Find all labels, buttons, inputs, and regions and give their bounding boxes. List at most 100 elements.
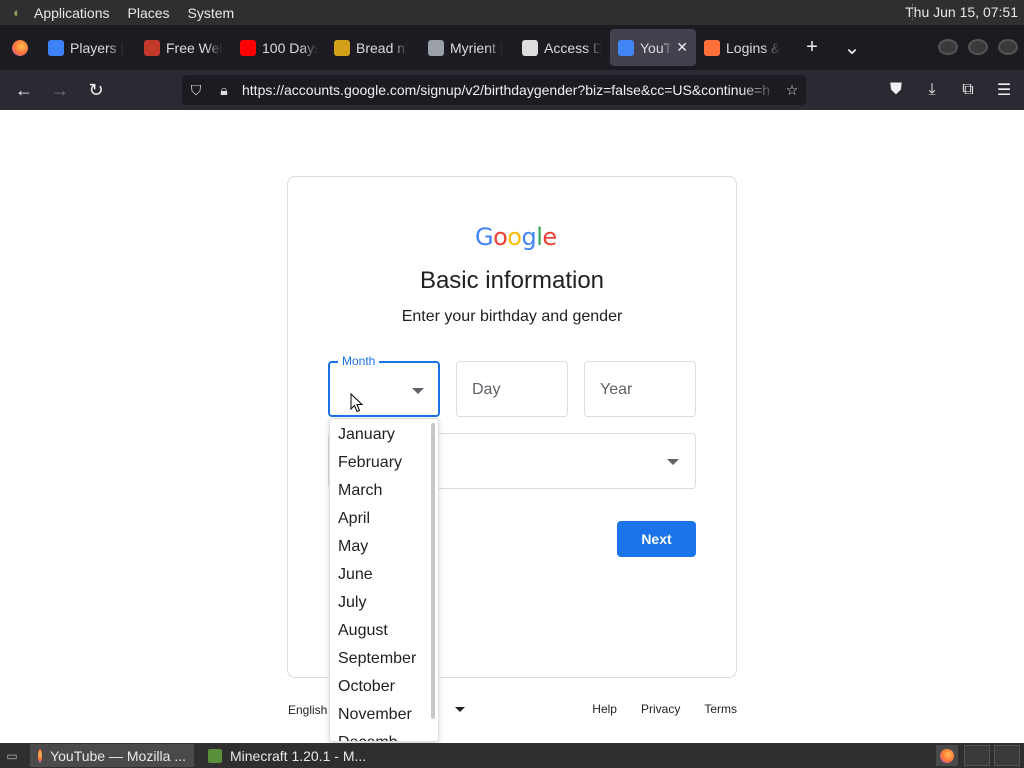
panel-clock[interactable]: Thu Jun 15, 07:51 [905,4,1018,20]
next-button[interactable]: Next [617,521,696,557]
extensions-icon[interactable]: ⧉ [954,74,982,106]
url-text[interactable]: https://accounts.google.com/signup/v2/bi… [238,82,778,98]
red-circle-favicon-icon [144,39,160,56]
day-placeholder: Day [472,381,501,398]
month-option-7[interactable]: July [330,589,438,617]
distro-logo-icon[interactable]: ◐ [7,4,27,22]
firefox-favicon-icon [704,39,720,56]
url-bar[interactable]: ⛉ 🔒︎ https://accounts.google.com/signup/… [182,75,806,105]
forward-button[interactable]: → [42,74,78,106]
firefox-icon [38,748,43,763]
tab-2[interactable]: Free Wel [136,25,232,70]
toolbar-right: ⛊ ⤓ ⧉ ☰ [882,74,1018,106]
google-favicon-icon [618,39,634,56]
task-label: Minecraft 1.20.1 - M... [230,747,367,764]
month-option-12[interactable]: Decemb [330,729,438,741]
bottom-taskbar: ▭ YouTube — Mozilla ... Minecraft 1.20.1… [0,743,1024,768]
terms-link[interactable]: Terms [680,702,737,716]
mouse-cursor-icon [350,393,364,413]
close-window-button[interactable] [998,39,1018,55]
month-option-4[interactable]: April [330,505,438,533]
month-option-3[interactable]: March [330,477,438,505]
logo-letter: g [521,223,537,251]
logo-letter: o [493,223,508,251]
workspace-switcher[interactable] [964,745,1020,766]
google-logo: Google [475,223,557,251]
tab-label: Access D [544,39,602,56]
tab-label: 100 Days [262,39,318,56]
firefox-icon [12,39,28,56]
month-option-10[interactable]: October [330,673,438,701]
nav-bar: ← → ↻ ⛉ 🔒︎ https://accounts.google.com/s… [0,70,1024,110]
tab-label: Players | [70,39,125,56]
minecraft-icon [208,748,222,763]
month-option-5[interactable]: May [330,533,438,561]
workspace-2[interactable] [994,745,1020,766]
month-select[interactable]: Month [328,354,440,417]
system-menu[interactable]: System [188,5,235,21]
pocket-icon[interactable]: ⛊ [882,74,910,106]
window-controls [938,39,1018,55]
logo-letter: G [475,223,494,251]
new-tab-button[interactable]: + [792,25,832,70]
tab-label: Myrient | [450,39,504,56]
downloads-icon[interactable]: ⤓ [918,74,946,106]
tab-label: YouTu [640,39,672,56]
year-input[interactable]: Year [584,361,696,417]
tab-3[interactable]: 100 Days [232,25,326,70]
tab-label: Logins & [726,39,781,56]
tab-label: Free Wel [166,39,223,56]
youtube-favicon-icon [240,39,256,56]
privacy-link[interactable]: Privacy [617,702,680,716]
month-option-2[interactable]: February [330,449,438,477]
places-menu[interactable]: Places [128,5,170,21]
tab-8[interactable]: Logins & [696,25,792,70]
taskbar-item-firefox[interactable]: YouTube — Mozilla ... [30,744,194,767]
tab-7[interactable]: YouTu✕ [610,29,696,66]
tab-1[interactable]: Players | [40,25,136,70]
logo-letter: e [542,223,557,251]
reload-button[interactable]: ↻ [78,74,114,106]
tray-firefox-icon[interactable] [936,745,958,766]
workspace-1[interactable] [964,745,990,766]
firefox-view-button[interactable] [0,25,40,70]
help-link[interactable]: Help [568,702,617,716]
back-button[interactable]: ← [6,74,42,106]
tracking-shield-icon[interactable]: ⛉ [182,82,210,99]
myrient-favicon-icon [428,39,444,56]
list-all-tabs-button[interactable]: ⌄ [832,25,872,70]
task-label: YouTube — Mozilla ... [50,747,186,764]
show-desktop-icon[interactable]: ▭ [0,743,24,768]
month-dropdown[interactable]: January February March April May June July Augu… [329,418,439,742]
tab-strip: Players | Free Wel 100 Days Bread n' Myrient… [0,25,1024,70]
lock-icon[interactable]: 🔒︎ [210,82,238,99]
maximize-button[interactable] [968,39,988,55]
tab-4[interactable]: Bread n' [326,25,420,70]
minimize-button[interactable] [938,39,958,55]
applications-menu[interactable]: Applications [34,5,110,21]
ghost-favicon-icon [522,39,538,56]
month-option-1[interactable]: January [330,421,438,449]
month-option-9[interactable]: September [330,645,438,673]
top-panel: ◐ Applications Places System Thu Jun 15,… [0,0,1024,25]
grid-favicon-icon [48,39,64,56]
month-option-11[interactable]: November [330,701,438,729]
page-subtitle: Enter your birthday and gender [401,308,623,325]
language-select[interactable]: English [288,703,327,717]
month-label: Month [338,354,380,368]
bread-favicon-icon [334,39,350,56]
year-placeholder: Year [600,381,633,398]
tab-6[interactable]: Access D [514,25,610,70]
tab-5[interactable]: Myrient | [420,25,514,70]
dropdown-scrollbar[interactable] [431,423,435,719]
taskbar-item-minecraft[interactable]: Minecraft 1.20.1 - M... [200,744,374,767]
close-tab-icon[interactable]: ✕ [676,39,688,56]
bookmark-star-icon[interactable]: ☆ [778,82,806,99]
month-option-6[interactable]: June [330,561,438,589]
page-title: Basic information [419,267,605,294]
chevron-down-icon [667,459,679,465]
month-option-8[interactable]: August [330,617,438,645]
language-chevron-icon[interactable] [455,707,465,712]
menu-hamburger-icon[interactable]: ☰ [990,74,1018,106]
day-input[interactable]: Day [456,361,568,417]
